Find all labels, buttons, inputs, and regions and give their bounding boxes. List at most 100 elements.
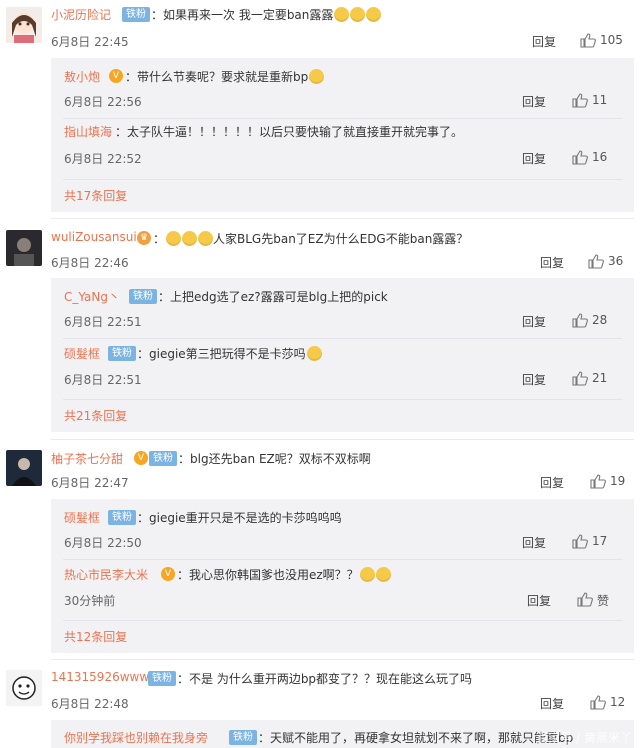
reply-button[interactable]: 回复	[527, 592, 551, 609]
reply: 敖小炮 V ：带什么节奏呢？要求就是重新bp 6月8日 22:56 回复 11	[51, 58, 634, 118]
comment: wuliZousansui ♛ ： 人家BLG先ban了EZ为什么EDG不能ban…	[0, 219, 640, 432]
like-count: 16	[592, 150, 608, 164]
reply-timestamp: 6月8日 22:56	[64, 95, 142, 109]
comment-feed: 小泥历险记 铁粉 ：如果再来一次 我一定要ban露露 6月8日 22:45 回复…	[0, 0, 640, 748]
reply-text: ：giegie第三把玩得不是卡莎吗	[137, 345, 322, 362]
divider	[63, 179, 622, 180]
username[interactable]: 小泥历险记	[51, 6, 111, 23]
like-count: 105	[600, 33, 623, 47]
like-label: 赞	[597, 594, 610, 608]
comment-text: ：如果再来一次 我一定要ban露露	[151, 6, 382, 23]
reply: 硕髮框 铁粉 ：giegie重开只是不是选的卡莎呜呜呜 6月8日 22:50 回…	[51, 499, 634, 559]
reply-username[interactable]: 硕髮框	[64, 509, 100, 526]
timestamp: 6月8日 22:46	[51, 256, 129, 270]
reply-button[interactable]: 回复	[522, 93, 546, 110]
username[interactable]: wuliZousansui	[51, 230, 137, 244]
vip-icon: ♛	[137, 231, 151, 245]
comment-text-body: 人家BLG先ban了EZ为什么EDG不能ban露露？	[213, 232, 469, 246]
fan-badge: 铁粉	[122, 7, 150, 22]
reply-text-body: ：带什么节奏呢？要求就是重新bp	[125, 70, 309, 84]
confused-emoji-icon	[359, 567, 375, 582]
reply-text: ：giegie重开只是不是选的卡莎呜呜呜	[137, 511, 342, 525]
confused-emoji-icon	[375, 567, 391, 582]
more-replies-link[interactable]: 共12条回复	[64, 628, 127, 645]
like-count: 21	[592, 371, 608, 385]
thumbs-up-icon	[572, 313, 588, 328]
reply-username[interactable]: 敖小炮	[64, 68, 100, 85]
reply-username[interactable]: 指山填海	[64, 123, 112, 140]
like-count: 36	[608, 254, 624, 268]
fan-badge: 铁粉	[229, 730, 257, 745]
thumbs-up-icon	[572, 371, 588, 386]
reply-text: ：上把edg选了ez?露露可是blg上把的pick	[158, 290, 388, 304]
reply-timestamp: 30分钟前	[64, 594, 116, 608]
reply-button[interactable]: 回复	[522, 150, 546, 167]
reply-username[interactable]: 你别学我踩也别赖在我身旁	[64, 729, 208, 746]
thumbs-up-icon	[580, 33, 596, 48]
reply-text: ：太子队牛逼！！！！！！以后只要快输了就直接重开就完事了。	[115, 125, 464, 139]
thumbs-up-icon	[572, 534, 588, 549]
crying-emoji-icon	[366, 7, 382, 22]
like-count: 28	[592, 313, 608, 327]
reply-button[interactable]: 回复	[540, 254, 564, 271]
reply-text-body: ：giegie第三把玩得不是卡莎吗	[137, 347, 306, 361]
comment-text: ：blg还先ban EZ呢？双标不双标啊	[178, 452, 371, 466]
fan-badge: 铁粉	[148, 671, 176, 686]
reply-button[interactable]: 回复	[540, 474, 564, 491]
reply-button[interactable]: 回复	[540, 695, 564, 712]
sleepy-emoji-icon	[182, 231, 198, 246]
like-count: 17	[592, 534, 608, 548]
like-count: 12	[610, 695, 626, 709]
fan-badge: 铁粉	[108, 346, 136, 361]
reply: 硕髮框 铁粉 ：giegie第三把玩得不是卡莎吗 6月8日 22:51 回复 2…	[51, 339, 634, 399]
avatar[interactable]	[6, 670, 42, 706]
avatar[interactable]	[6, 450, 42, 486]
avatar[interactable]	[6, 7, 42, 43]
username[interactable]: 柚子茶七分甜	[51, 450, 123, 467]
username[interactable]: 141315926www	[51, 670, 149, 684]
crying-emoji-icon	[350, 7, 366, 22]
sleepy-emoji-icon	[198, 231, 214, 246]
thumbs-up-icon	[572, 93, 588, 108]
reply-button[interactable]: 回复	[522, 313, 546, 330]
vip-icon: V	[109, 69, 123, 83]
fan-badge: 铁粉	[129, 289, 157, 304]
reply-text: ：带什么节奏呢？要求就是重新bp	[125, 68, 325, 85]
more-replies-link[interactable]: 共21条回复	[64, 407, 127, 424]
comment-text: ： 人家BLG先ban了EZ为什么EDG不能ban露露？	[153, 230, 468, 247]
sleepy-emoji-icon	[166, 231, 182, 246]
reply-timestamp: 6月8日 22:51	[64, 373, 142, 387]
comment: 柚子茶七分甜 V 铁粉 ：blg还先ban EZ呢？双标不双标啊 6月8日 22…	[0, 440, 640, 653]
reply-username[interactable]: C_YaNg丶	[64, 288, 120, 305]
reply-username[interactable]: 硕髮框	[64, 345, 100, 362]
smile-emoji-icon	[309, 69, 325, 84]
replies-panel: 敖小炮 V ：带什么节奏呢？要求就是重新bp 6月8日 22:56 回复 11 …	[51, 58, 634, 212]
divider	[63, 620, 622, 621]
fan-badge: 铁粉	[149, 451, 177, 466]
reply: 指山填海 ：太子队牛逼！！！！！！以后只要快输了就直接重开就完事了。 6月8日 …	[51, 119, 634, 179]
comment-text-body: ：	[153, 232, 166, 246]
reply-text: ：我心思你韩国爹也没用ez啊？？	[177, 566, 391, 583]
fan-badge: 铁粉	[108, 510, 136, 525]
avatar[interactable]	[6, 230, 42, 266]
comment-text-body: ：如果再来一次 我一定要ban露露	[151, 8, 334, 22]
thumbs-up-icon	[572, 150, 588, 165]
surprised-emoji-icon	[306, 346, 322, 361]
divider	[63, 399, 622, 400]
vip-icon: V	[161, 567, 175, 581]
timestamp: 6月8日 22:48	[51, 697, 129, 711]
reply-button[interactable]: 回复	[522, 371, 546, 388]
timestamp: 6月8日 22:45	[51, 35, 129, 49]
reply-button[interactable]: 回复	[532, 33, 556, 50]
timestamp: 6月8日 22:47	[51, 476, 129, 490]
comment-text: ：不是 为什么重开两边bp都变了？？现在能这么玩了吗	[177, 672, 473, 686]
reply-username[interactable]: 热心市民李大米	[64, 566, 148, 583]
replies-panel: 硕髮框 铁粉 ：giegie重开只是不是选的卡莎呜呜呜 6月8日 22:50 回…	[51, 499, 634, 653]
more-replies-link[interactable]: 共17条回复	[64, 187, 127, 204]
reply: C_YaNg丶 铁粉 ：上把edg选了ez?露露可是blg上把的pick 6月8…	[51, 278, 634, 338]
reply-timestamp: 6月8日 22:52	[64, 152, 142, 166]
watermark: 百家号 / 黄黑米丫	[536, 731, 632, 745]
thumbs-up-icon	[577, 592, 593, 607]
reply-button[interactable]: 回复	[522, 534, 546, 551]
thumbs-up-icon	[588, 254, 604, 269]
